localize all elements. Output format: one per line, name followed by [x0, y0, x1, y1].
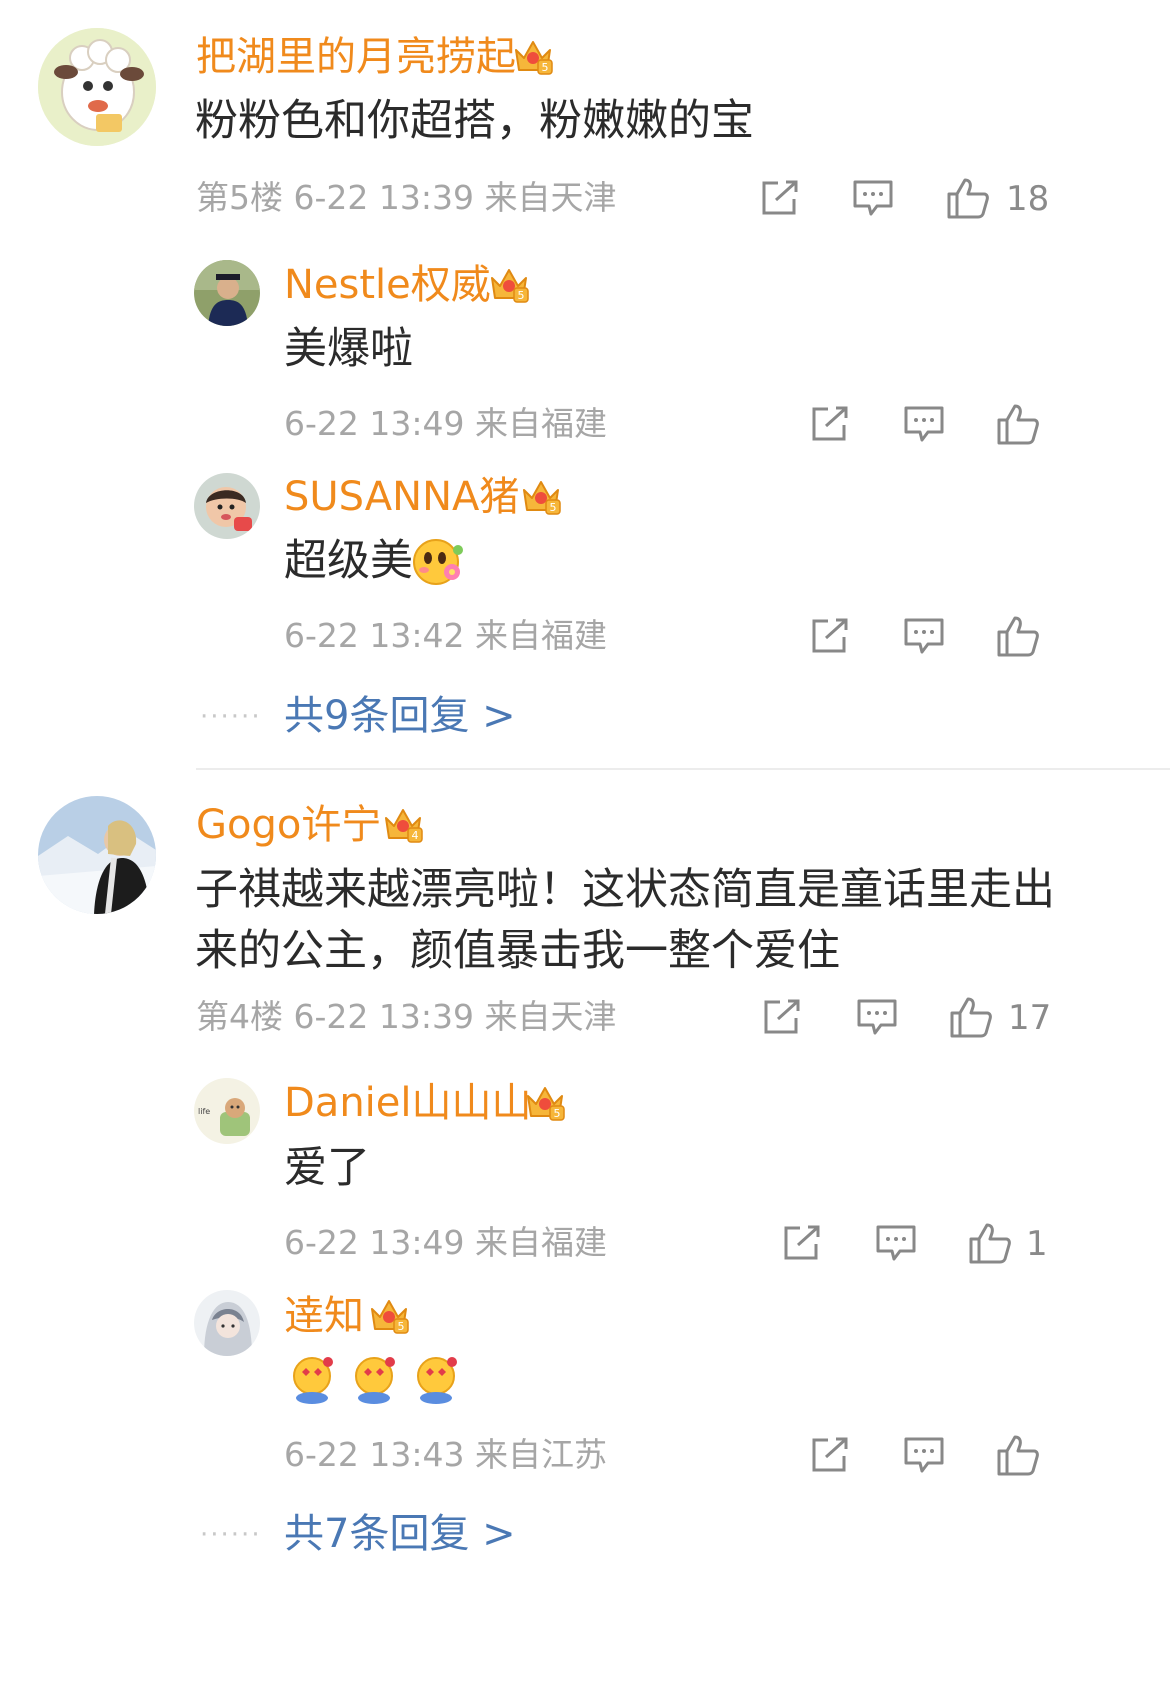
share-icon[interactable] [810, 618, 850, 654]
timestamp: 6-22 13:42 [284, 616, 465, 655]
comment-icon[interactable] [904, 618, 944, 656]
crown-level: 5 [518, 289, 525, 302]
crown-badge-icon: 5 [524, 1082, 566, 1122]
crown-badge-icon: 5 [368, 1295, 410, 1335]
floor-number: 第4楼 [196, 997, 283, 1036]
timestamp: 6-22 13:43 [284, 1435, 465, 1474]
timestamp: 6-22 13:49 [284, 404, 465, 443]
crown-badge-icon: 5 [520, 476, 562, 516]
share-icon[interactable] [810, 1437, 850, 1473]
comment-meta: 第4楼 6-22 13:39 来自天津 [196, 1000, 617, 1033]
comment-text-line-2: 来的公主，颜值暴击我一整个爱住 [195, 926, 840, 976]
comment-meta: 6-22 13:49 来自福建 [284, 407, 607, 440]
share-icon[interactable] [762, 999, 802, 1035]
avatar[interactable] [38, 28, 156, 146]
comment-text-line-1: 子祺越来越漂亮啦！这状态简直是童话里走出 [195, 865, 1055, 915]
share-icon[interactable] [782, 1225, 822, 1261]
avatar[interactable] [194, 1290, 260, 1356]
thumbs-up-icon[interactable] [996, 614, 1040, 658]
flower-blush-emoji [410, 534, 466, 592]
location: 来自江苏 [475, 1435, 607, 1474]
commenter-name[interactable]: 把湖里的月亮捞起 [196, 37, 516, 77]
comment-icon[interactable] [904, 1437, 944, 1475]
anime-character-avatar [194, 1290, 260, 1356]
location: 来自福建 [475, 1223, 607, 1262]
like-count: 18 [1006, 179, 1050, 219]
commenter-name[interactable]: Daniel山山山 [284, 1083, 532, 1123]
timestamp: 6-22 13:39 [293, 997, 475, 1036]
share-icon[interactable] [760, 180, 800, 216]
crown-level: 5 [398, 1320, 405, 1333]
comment-icon[interactable] [876, 1225, 916, 1263]
timestamp: 6-22 13:39 [293, 178, 475, 217]
comment-icon[interactable] [904, 406, 944, 444]
cartoon-sofa-avatar: life [194, 1078, 260, 1144]
location: 来自天津 [484, 178, 617, 217]
thumbs-up-icon[interactable] [949, 995, 993, 1039]
comment-text: 美爆啦 [284, 324, 413, 374]
comment-meta: 6-22 13:42 来自福建 [284, 619, 607, 652]
divider [196, 768, 1170, 770]
comment-icon[interactable] [857, 999, 897, 1037]
comment-meta: 6-22 13:49 来自福建 [284, 1226, 607, 1259]
commenter-name[interactable]: Nestle权威 [284, 265, 491, 305]
avatar[interactable] [194, 260, 260, 326]
avatar[interactable] [194, 473, 260, 539]
crown-level: 5 [542, 61, 549, 74]
thumbs-up-icon[interactable] [968, 1221, 1012, 1265]
timestamp: 6-22 13:49 [284, 1223, 465, 1262]
baby-photo-avatar [194, 473, 260, 539]
comment-meta: 第5楼 6-22 13:39 来自天津 [196, 181, 617, 214]
location: 来自福建 [475, 616, 607, 655]
graduate-photo-avatar [194, 260, 260, 326]
crown-level: 5 [554, 1107, 561, 1120]
crown-badge-icon: 5 [488, 264, 530, 304]
commenter-name[interactable]: 逹知 [284, 1296, 364, 1336]
thumbs-up-icon[interactable] [946, 176, 990, 220]
floor-number: 第5楼 [196, 178, 283, 217]
crown-level: 5 [550, 501, 557, 514]
avatar[interactable]: life [194, 1078, 260, 1144]
location: 来自福建 [475, 404, 607, 443]
comment-text: 爱了 [284, 1143, 370, 1193]
emoji-row [286, 1352, 466, 1404]
crown-badge-icon: 5 [512, 36, 554, 76]
commenter-name[interactable]: SUSANNA猪 [284, 477, 519, 517]
sheep-cartoon-avatar [38, 28, 156, 146]
comment-meta: 6-22 13:43 来自江苏 [284, 1438, 607, 1471]
share-icon[interactable] [810, 406, 850, 442]
more-replies-link[interactable]: 共7条回复 > [284, 1514, 516, 1554]
crown-badge-icon: 4 [382, 804, 424, 844]
like-count: 1 [1026, 1224, 1048, 1264]
commenter-name[interactable]: Gogo许宁 [196, 805, 381, 845]
more-replies-dots: ······ [200, 1520, 262, 1550]
snow-landscape-avatar [38, 796, 156, 914]
crown-level: 4 [412, 829, 419, 842]
thumbs-up-icon[interactable] [996, 1433, 1040, 1477]
comment-text: 粉粉色和你超搭，粉嫩嫩的宝 [195, 96, 754, 146]
avatar[interactable] [38, 796, 156, 914]
location: 来自天津 [484, 997, 617, 1036]
more-replies-link[interactable]: 共9条回复 > [284, 696, 516, 736]
thumbs-up-icon[interactable] [996, 402, 1040, 446]
heart-eyes-hug-emoji [293, 1357, 457, 1404]
more-replies-dots: ······ [200, 702, 262, 732]
like-count: 17 [1008, 998, 1052, 1038]
comment-text: 超级美 [284, 536, 413, 586]
comment-icon[interactable] [853, 180, 893, 218]
svg-text:life: life [198, 1107, 210, 1116]
